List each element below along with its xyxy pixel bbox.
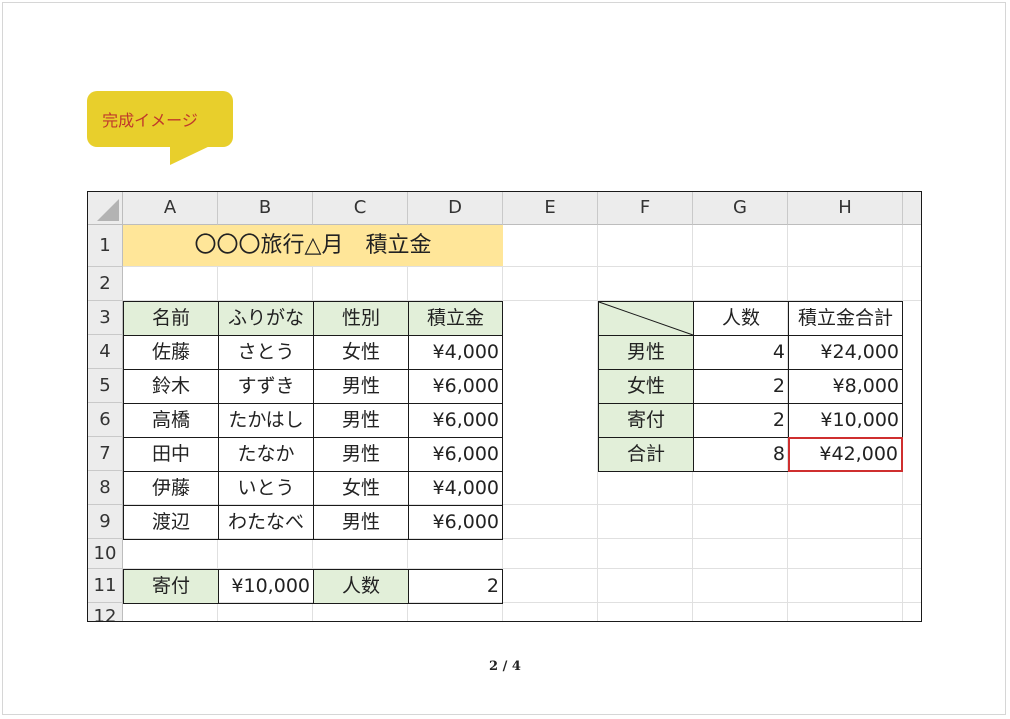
grid-c-12 <box>313 603 408 621</box>
table-cell[interactable]: 女性 <box>313 335 409 370</box>
table-cell[interactable]: ¥6,000 <box>408 403 503 438</box>
header-cell-savings[interactable]: 積立金 <box>408 301 503 336</box>
table-cell[interactable]: 男性 <box>313 403 409 438</box>
table-cell[interactable]: 佐藤 <box>123 335 219 370</box>
sheet-title-cell[interactable]: 〇〇〇旅行△月 積立金 <box>123 225 503 267</box>
table-cell[interactable]: 高橋 <box>123 403 219 438</box>
column-header-h[interactable]: H <box>788 192 903 225</box>
row-header-1[interactable]: 1 <box>88 225 123 267</box>
donation-label-cell[interactable]: 寄付 <box>123 569 219 604</box>
row-header-10[interactable]: 10 <box>88 539 123 569</box>
table-cell[interactable]: 伊藤 <box>123 471 219 506</box>
row-header-4[interactable]: 4 <box>88 335 123 369</box>
row-header-12[interactable]: 12 <box>88 603 123 621</box>
select-all-corner[interactable] <box>88 192 123 225</box>
table-cell[interactable]: ¥6,000 <box>408 437 503 472</box>
summary-cell[interactable]: 2 <box>693 369 789 404</box>
table-cell[interactable]: 女性 <box>313 471 409 506</box>
table-cell[interactable]: 鈴木 <box>123 369 219 404</box>
row-header-11[interactable]: 11 <box>88 569 123 603</box>
column-header-e[interactable]: E <box>503 192 598 225</box>
page-indicator: 2 / 4 <box>489 659 521 674</box>
grid-d-10 <box>408 539 503 569</box>
table-cell[interactable]: 男性 <box>313 437 409 472</box>
table-cell[interactable]: 渡辺 <box>123 505 219 540</box>
table-cell[interactable]: すずき <box>218 369 314 404</box>
table-cell[interactable]: たかはし <box>218 403 314 438</box>
table-cell[interactable]: ¥6,000 <box>408 505 503 540</box>
row-header-9[interactable]: 9 <box>88 505 123 539</box>
callout-tail <box>170 145 212 165</box>
row-header-5[interactable]: 5 <box>88 369 123 403</box>
column-header-b[interactable]: B <box>218 192 313 225</box>
summary-row-label[interactable]: 女性 <box>598 369 694 404</box>
row-header-2[interactable]: 2 <box>88 267 123 301</box>
summary-cell[interactable]: ¥8,000 <box>788 369 903 404</box>
table-cell[interactable]: 田中 <box>123 437 219 472</box>
row-header-7[interactable]: 7 <box>88 437 123 471</box>
summary-grand-total-cell[interactable]: ¥42,000 <box>788 437 903 472</box>
table-cell[interactable]: さとう <box>218 335 314 370</box>
summary-row-label[interactable]: 寄付 <box>598 403 694 438</box>
table-cell[interactable]: ¥6,000 <box>408 369 503 404</box>
grid-a-2 <box>123 267 218 301</box>
table-cell[interactable]: いとう <box>218 471 314 506</box>
summary-cell[interactable]: ¥10,000 <box>788 403 903 438</box>
spreadsheet: A B C D E F G H 1 2 3 4 5 6 7 8 9 10 11 … <box>87 191 922 622</box>
summary-header-total[interactable]: 積立金合計 <box>788 301 903 336</box>
table-cell[interactable]: たなか <box>218 437 314 472</box>
summary-cell[interactable]: 4 <box>693 335 789 370</box>
donation-count-label-cell[interactable]: 人数 <box>313 569 409 604</box>
summary-row-label[interactable]: 合計 <box>598 437 694 472</box>
column-header-c[interactable]: C <box>313 192 408 225</box>
summary-row-label[interactable]: 男性 <box>598 335 694 370</box>
grid-c-10 <box>313 539 408 569</box>
grid-b-2 <box>218 267 313 301</box>
column-header-d[interactable]: D <box>408 192 503 225</box>
column-header-f[interactable]: F <box>598 192 693 225</box>
summary-header-count[interactable]: 人数 <box>693 301 789 336</box>
header-cell-furigana[interactable]: ふりがな <box>218 301 314 336</box>
grid-c-2 <box>313 267 408 301</box>
summary-cell[interactable]: 8 <box>693 437 789 472</box>
header-cell-name[interactable]: 名前 <box>123 301 219 336</box>
grid-a-10 <box>123 539 218 569</box>
column-header-a[interactable]: A <box>123 192 218 225</box>
grid-d-12 <box>408 603 503 621</box>
callout-label: 完成イメージ <box>102 111 198 130</box>
donation-count-cell[interactable]: 2 <box>408 569 503 604</box>
summary-cell[interactable]: 2 <box>693 403 789 438</box>
diagonal-line-icon <box>598 301 694 336</box>
table-cell[interactable]: ¥4,000 <box>408 471 503 506</box>
table-cell[interactable]: わたなべ <box>218 505 314 540</box>
grid-a-12 <box>123 603 218 621</box>
table-cell[interactable]: 男性 <box>313 369 409 404</box>
column-header-overflow <box>903 192 921 225</box>
row-header-3[interactable]: 3 <box>88 301 123 335</box>
grid-b-10 <box>218 539 313 569</box>
column-header-g[interactable]: G <box>693 192 788 225</box>
table-cell[interactable]: 男性 <box>313 505 409 540</box>
grid-d-2 <box>408 267 503 301</box>
grid-b-12 <box>218 603 313 621</box>
header-cell-gender[interactable]: 性別 <box>313 301 409 336</box>
table-cell[interactable]: ¥4,000 <box>408 335 503 370</box>
row-header-8[interactable]: 8 <box>88 471 123 505</box>
summary-cell[interactable]: ¥24,000 <box>788 335 903 370</box>
select-all-triangle-icon <box>97 199 119 221</box>
callout-bubble: 完成イメージ <box>87 91 233 147</box>
donation-amount-cell[interactable]: ¥10,000 <box>218 569 314 604</box>
row-header-6[interactable]: 6 <box>88 403 123 437</box>
